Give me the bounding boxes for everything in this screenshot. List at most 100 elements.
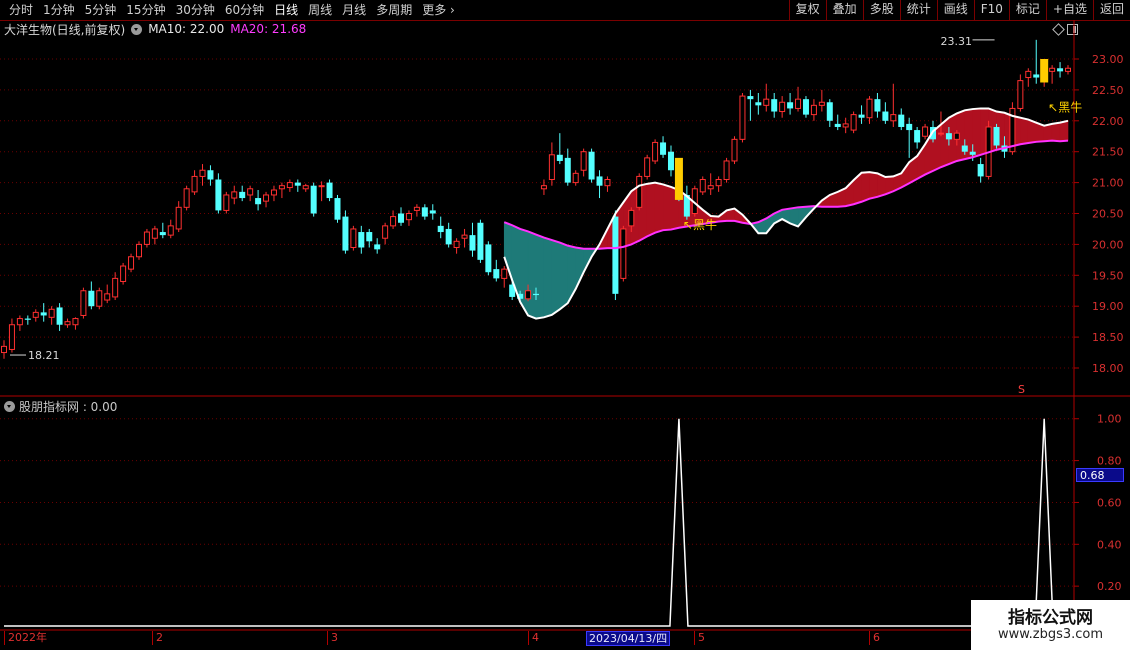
candle-body	[588, 151, 595, 180]
bull-fill-segment	[861, 171, 870, 203]
candle-body	[263, 194, 270, 202]
bull-fill-segment	[940, 117, 950, 168]
x-axis-label: 3	[327, 631, 338, 645]
candle-body	[223, 194, 230, 211]
candle-body	[112, 277, 119, 298]
bear-fill-segment	[535, 234, 545, 319]
candle-body	[612, 216, 619, 294]
price-tick-label: 19.50	[1092, 269, 1124, 282]
x-axis-label: 2022年	[4, 631, 47, 645]
signal-label: ↖黑牛	[1048, 100, 1082, 115]
x-axis-label: 2	[152, 631, 163, 645]
candle-body	[32, 311, 39, 318]
candle-body	[278, 185, 285, 190]
candle-body	[40, 312, 47, 316]
candle-body	[969, 151, 976, 155]
chevron-down-icon[interactable]	[4, 400, 15, 412]
candle-body	[247, 188, 254, 196]
candle-body	[80, 290, 87, 316]
candle-body	[199, 169, 206, 177]
bull-fill-segment	[654, 182, 664, 234]
candle-body	[350, 228, 357, 248]
low-price-marker: 18.21	[28, 349, 60, 362]
candle-body	[731, 138, 738, 162]
signal-bar	[674, 157, 683, 200]
x-axis-label: 6	[869, 631, 880, 645]
bull-fill-segment	[1020, 117, 1029, 145]
price-tick-label: 19.00	[1092, 300, 1124, 313]
candle-body	[239, 191, 246, 199]
candle-body	[16, 318, 23, 326]
bear-fill-segment	[559, 242, 569, 310]
candle-body	[358, 232, 365, 248]
candle-body	[334, 198, 341, 220]
candle-body	[858, 114, 865, 118]
candle-body	[191, 175, 198, 193]
candle-body	[620, 228, 627, 279]
candle-body	[1, 345, 7, 354]
candle-body	[628, 209, 635, 227]
price-tick-label: 23.00	[1092, 53, 1124, 66]
candle-body	[104, 293, 111, 301]
watermark-title: 指标公式网	[1008, 608, 1093, 628]
indicator-header: 股朋指标网 : 0.00	[4, 399, 118, 414]
signal-label: ↖黑牛	[683, 217, 717, 232]
candle-body	[874, 99, 881, 112]
indicator-name: 股朋指标网 : 0.00	[19, 399, 118, 414]
candle-body	[850, 114, 857, 131]
indicator-tick-label: 0.20	[1097, 580, 1122, 593]
candle-body	[596, 176, 603, 186]
candle-body	[787, 102, 794, 109]
cursor-date: 2023/04/13/四	[586, 631, 671, 646]
candle-body	[533, 293, 539, 296]
candle-body	[755, 102, 762, 106]
candle-body	[739, 95, 746, 140]
candle-body	[366, 232, 373, 242]
candle-body	[382, 225, 389, 239]
indicator-tick-label: 0.60	[1097, 496, 1122, 509]
bull-fill-segment	[646, 182, 656, 237]
candle-body	[644, 157, 651, 177]
candle-body	[437, 225, 444, 233]
candle-body	[779, 101, 786, 113]
candle-body	[652, 141, 659, 162]
price-tick-label: 18.00	[1092, 362, 1124, 375]
candle-body	[445, 228, 452, 245]
chart-canvas[interactable]: 23.0022.5022.0021.5021.0020.5020.0019.50…	[0, 0, 1130, 650]
x-axis-label: 4	[528, 631, 539, 645]
candle-body	[501, 268, 508, 279]
candle-body	[24, 318, 31, 320]
candle-body	[286, 182, 293, 189]
candle-body	[88, 290, 95, 307]
candle-body	[1025, 70, 1032, 79]
candle-body	[175, 206, 182, 230]
candle-body	[699, 179, 706, 193]
indicator-tick-label: 0.40	[1097, 538, 1122, 551]
candle-body	[556, 154, 563, 161]
candle-body	[604, 179, 611, 187]
candle-body	[898, 114, 905, 127]
candle-body	[342, 216, 349, 251]
price-tick-label: 18.50	[1092, 331, 1124, 344]
candle-body	[1017, 80, 1024, 109]
price-tick-label: 21.50	[1092, 146, 1124, 159]
candle-body	[747, 96, 754, 100]
candle-body	[953, 132, 960, 140]
candle-body	[8, 324, 15, 350]
high-price-marker: 23.31	[941, 35, 973, 48]
bear-fill-segment	[797, 206, 807, 228]
candle-body	[667, 151, 674, 171]
candle-body	[135, 243, 142, 258]
price-tick-label: 22.50	[1092, 84, 1124, 97]
candle-body	[993, 126, 1000, 146]
bear-fill-segment	[551, 239, 561, 316]
candle-body	[469, 235, 476, 251]
candle-body	[477, 222, 484, 260]
candle-body	[866, 98, 873, 119]
candle-body	[318, 185, 325, 188]
candle-body	[540, 185, 547, 190]
s-marker: S	[1018, 383, 1025, 396]
candle-body	[564, 157, 571, 183]
candle-body	[72, 318, 79, 326]
candle-body	[723, 160, 730, 181]
